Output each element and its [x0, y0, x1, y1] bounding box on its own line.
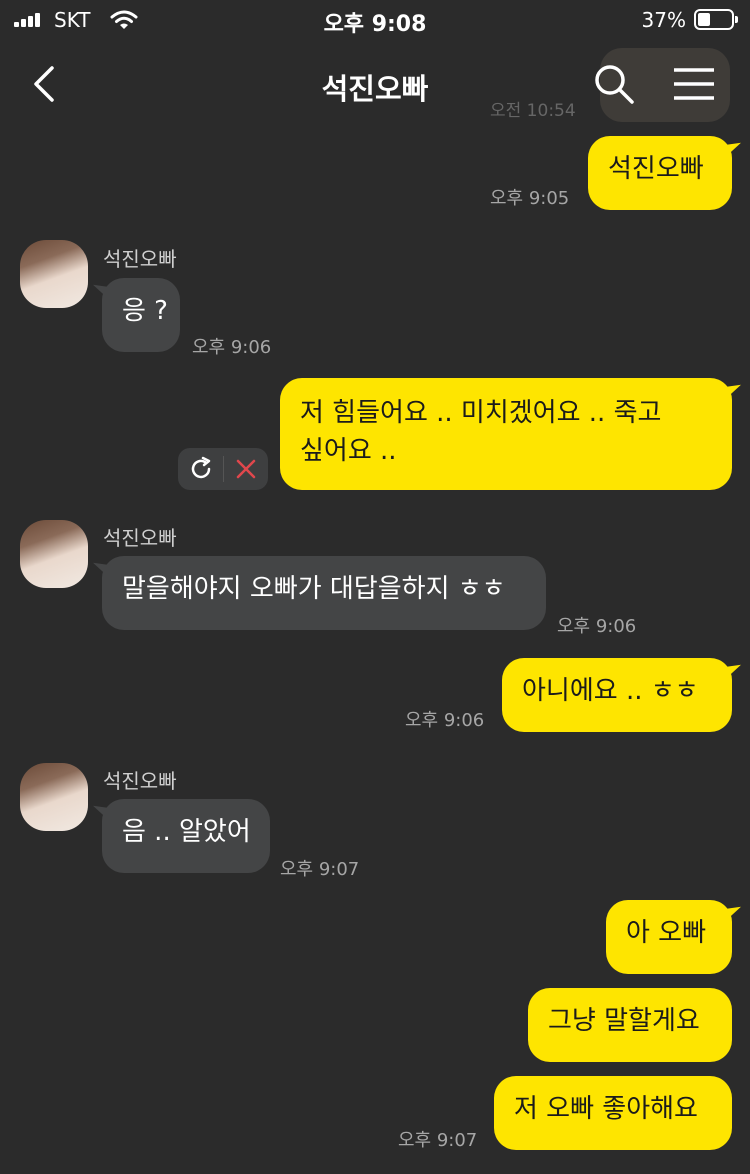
battery-icon	[694, 9, 738, 30]
status-time: 오후 9:08	[323, 12, 427, 37]
my-message-bubble[interactable]: 그냥 말할게요	[528, 988, 732, 1062]
my-message-bubble[interactable]: 석진오빠	[588, 136, 732, 210]
contact-avatar[interactable]	[20, 240, 88, 308]
message-time: 오후 9:06	[192, 337, 272, 358]
contact-name: 석진오빠	[103, 247, 177, 271]
contact-message-bubble[interactable]: 응 ?	[102, 278, 180, 352]
my-message-bubble[interactable]: 저 오빠 좋아해요	[494, 1076, 732, 1150]
my-message-bubble[interactable]: 아 오빠	[606, 900, 732, 974]
contact-name: 석진오빠	[103, 769, 177, 793]
contact-avatar[interactable]	[20, 763, 88, 831]
status-bar: SKT 오후 9:08 37%	[0, 0, 750, 44]
message-text-line: 저 힘들어요 .. 미치겠어요 .. 죽고	[300, 398, 662, 428]
message-time: 오후 9:06	[405, 710, 485, 731]
chat-title: 석진오빠	[321, 72, 429, 106]
delete-icon[interactable]	[235, 458, 257, 480]
contact-name: 석진오빠	[103, 526, 177, 550]
menu-icon[interactable]	[672, 66, 716, 102]
message-time: 오후 9:07	[280, 859, 360, 880]
search-icon[interactable]	[592, 62, 636, 106]
contact-message-bubble[interactable]: 음 .. 알았어	[102, 799, 270, 873]
my-message-bubble[interactable]: 아니에요 .. ㅎㅎ	[502, 658, 732, 732]
failed-message-actions	[178, 448, 268, 490]
message-time: 오후 9:07	[398, 1130, 478, 1151]
contact-avatar[interactable]	[20, 520, 88, 588]
battery-percent: 37%	[641, 8, 686, 32]
message-text-line: 싶어요 ..	[300, 436, 397, 466]
chat-header: 석진오빠	[0, 44, 750, 124]
message-time: 오후 9:06	[557, 616, 637, 637]
retry-icon[interactable]	[188, 456, 214, 482]
message-time: 오후 9:05	[490, 188, 570, 209]
my-message-bubble[interactable]: 저 힘들어요 .. 미치겠어요 .. 죽고 싶어요 ..	[280, 378, 732, 490]
contact-message-bubble[interactable]: 말을해야지 오빠가 대답을하지 ㅎㅎ	[102, 556, 546, 630]
